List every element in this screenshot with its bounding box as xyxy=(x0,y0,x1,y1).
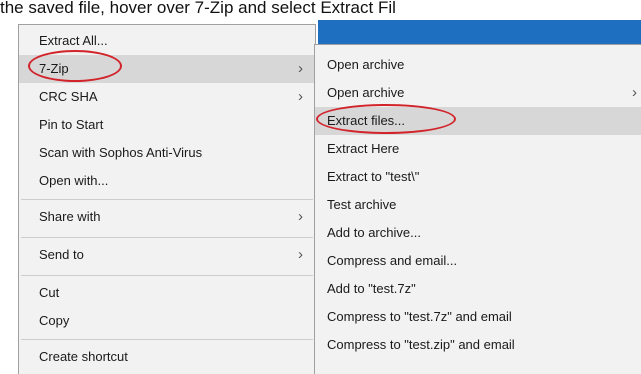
menu-item-label: 7-Zip xyxy=(39,61,69,76)
submenu-item-compress-zip-email[interactable]: Compress to "test.zip" and email xyxy=(315,331,641,359)
menu-item-label: Send to xyxy=(39,247,84,262)
menu-item-create-shortcut[interactable]: Create shortcut xyxy=(19,343,315,371)
menu-separator xyxy=(21,199,313,200)
menu-item-scan-sophos[interactable]: Scan with Sophos Anti-Virus xyxy=(19,139,315,167)
menu-item-label: Create shortcut xyxy=(39,349,128,364)
menu-item-label: Extract All... xyxy=(39,33,108,48)
submenu-item-open-archive[interactable]: Open archive xyxy=(315,51,641,79)
menu-item-extract-all[interactable]: Extract All... xyxy=(19,27,315,55)
menu-item-label: Compress and email... xyxy=(327,253,458,268)
menu-item-label: Cut xyxy=(39,285,60,300)
chevron-right-icon: › xyxy=(298,208,303,225)
menu-separator xyxy=(21,237,313,238)
menu-item-label: Extract Here xyxy=(327,141,400,156)
menu-item-label: Open archive xyxy=(327,57,405,72)
menu-item-cut[interactable]: Cut xyxy=(19,279,315,307)
submenu-item-open-archive-more[interactable]: Open archive › xyxy=(315,79,641,107)
submenu-item-extract-to[interactable]: Extract to "test\" xyxy=(315,163,641,191)
chevron-right-icon: › xyxy=(298,246,303,263)
menu-item-label: Extract files... xyxy=(327,113,406,128)
menu-item-label: Add to archive... xyxy=(327,225,421,240)
menu-item-pin-to-start[interactable]: Pin to Start xyxy=(19,111,315,139)
menu-item-label: Scan with Sophos Anti-Virus xyxy=(39,145,203,160)
submenu-item-add-to-archive[interactable]: Add to archive... xyxy=(315,219,641,247)
chevron-right-icon: › xyxy=(298,60,303,77)
chevron-right-icon: › xyxy=(298,88,303,105)
menu-item-label: Open with... xyxy=(39,173,109,188)
submenu-item-compress-7z-email[interactable]: Compress to "test.7z" and email xyxy=(315,303,641,331)
submenu-item-extract-here[interactable]: Extract Here xyxy=(315,135,641,163)
submenu-item-test-archive[interactable]: Test archive xyxy=(315,191,641,219)
menu-item-label: Pin to Start xyxy=(39,117,104,132)
menu-separator xyxy=(21,275,313,276)
submenu-item-compress-and-email[interactable]: Compress and email... xyxy=(315,247,641,275)
chevron-right-icon: › xyxy=(632,84,637,101)
menu-item-7zip[interactable]: 7-Zip › xyxy=(19,55,315,83)
menu-item-crc-sha[interactable]: CRC SHA › xyxy=(19,83,315,111)
menu-item-copy[interactable]: Copy xyxy=(19,307,315,335)
menu-item-label: Test archive xyxy=(327,197,397,212)
menu-item-send-to[interactable]: Send to › xyxy=(19,241,315,269)
menu-item-share-with[interactable]: Share with › xyxy=(19,203,315,231)
context-menu: Extract All... 7-Zip › CRC SHA › Pin to … xyxy=(18,24,316,374)
menu-item-label: Open archive xyxy=(327,85,405,100)
menu-item-label: Copy xyxy=(39,313,70,328)
submenu-item-extract-files[interactable]: Extract files... xyxy=(315,107,641,135)
menu-item-label: Extract to "test\" xyxy=(327,169,420,184)
menu-item-label: Compress to "test.zip" and email xyxy=(327,337,515,352)
menu-item-label: Compress to "test.7z" and email xyxy=(327,309,512,324)
menu-item-label: Add to "test.7z" xyxy=(327,281,416,296)
menu-separator xyxy=(21,339,313,340)
menu-item-label: CRC SHA xyxy=(39,89,98,104)
submenu-item-add-to-7z[interactable]: Add to "test.7z" xyxy=(315,275,641,303)
instruction-caption: the saved file, hover over 7-Zip and sel… xyxy=(0,0,641,20)
menu-item-label: Share with xyxy=(39,209,101,224)
7zip-submenu: Open archive Open archive › Extract file… xyxy=(314,44,641,374)
menu-item-open-with[interactable]: Open with... xyxy=(19,167,315,195)
